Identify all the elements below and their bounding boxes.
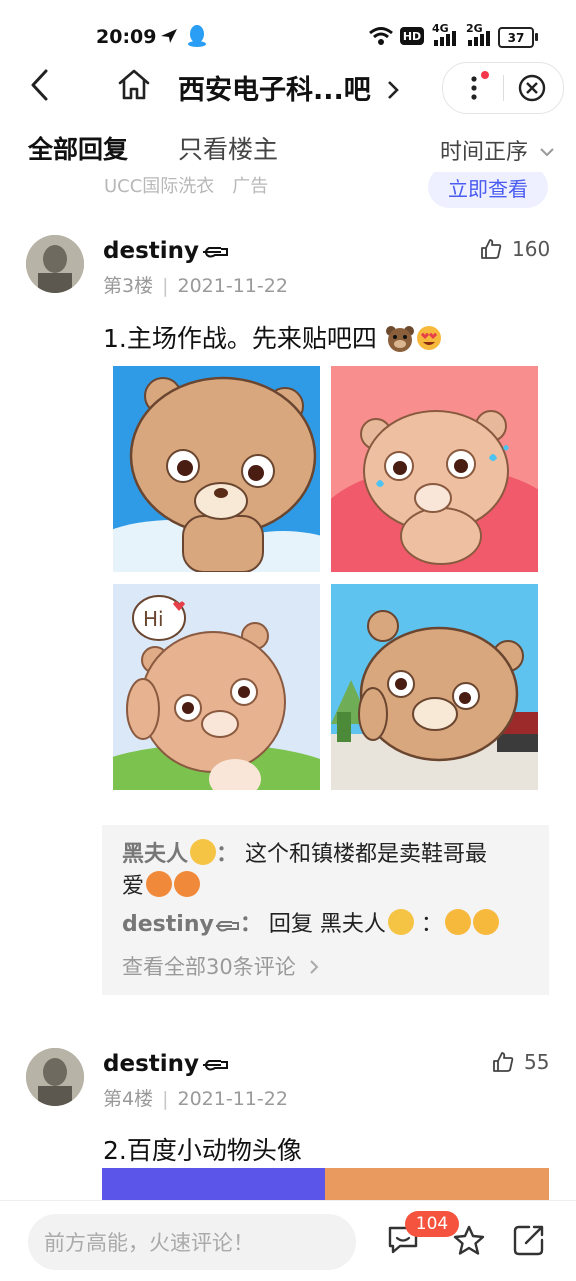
comment-count-badge: 104	[405, 1211, 459, 1237]
status-time: 20:09	[96, 26, 157, 48]
grimace-emoji-icon	[146, 871, 173, 897]
bear-sticker-image: Hi	[113, 584, 320, 790]
home-icon[interactable]	[116, 66, 152, 102]
ad-view-button[interactable]: 立即查看	[428, 166, 548, 208]
post-floor: 第4楼	[103, 1088, 154, 1110]
more-options-icon[interactable]	[469, 75, 479, 101]
like-button[interactable]: 55	[492, 1050, 549, 1074]
view-all-text: 查看全部30条评论	[122, 955, 296, 979]
svg-text:Hi: Hi	[143, 607, 164, 631]
heart-eyes-emoji-icon	[444, 909, 471, 935]
sub-comments-box[interactable]: 黑夫人 ： 这个和镇楼都是卖鞋哥最 爱 destiny ： 回复 黑夫人 ： 查看全…	[102, 825, 549, 995]
pointing-hand-icon	[203, 1060, 228, 1071]
bear-emoji-icon	[385, 326, 414, 352]
sort-order-label: 时间正序	[440, 140, 529, 165]
star-icon[interactable]	[452, 1224, 486, 1258]
post-date: 2021-11-22	[177, 1088, 288, 1110]
heart-eyes-emoji-icon	[416, 326, 441, 350]
ad-sponsor-text: UCC国际洗衣 广告	[104, 176, 269, 197]
capsule-divider	[503, 75, 504, 101]
location-arrow-icon	[161, 29, 177, 43]
view-all-comments-link[interactable]: 查看全部30条评论	[122, 951, 320, 981]
pointing-hand-icon	[203, 247, 228, 258]
back-arrow-icon[interactable]	[28, 68, 52, 102]
tab-all-replies[interactable]: 全部回复	[28, 130, 128, 166]
wifi-icon	[369, 27, 393, 45]
comment-separator: ：	[216, 842, 239, 867]
comment-text: 这个和镇楼都是卖鞋哥最	[245, 842, 488, 867]
crying-emoji-icon	[387, 909, 414, 935]
hd-icon: HD	[400, 27, 424, 45]
post-username[interactable]: destiny	[103, 238, 229, 264]
sub-comment-continued: 爱	[122, 871, 201, 903]
tab-bar: 全部回复 只看楼主 时间正序	[0, 116, 576, 172]
post-image[interactable]	[331, 584, 538, 790]
post-image[interactable]	[331, 366, 538, 572]
signal-2g-icon	[468, 31, 490, 46]
sub-comment: 黑夫人 ： 这个和镇楼都是卖鞋哥最	[122, 839, 487, 871]
chevron-right-icon	[310, 960, 319, 974]
signal-4g-icon	[434, 31, 456, 46]
crying-emoji-icon	[190, 839, 217, 865]
username-text: destiny	[103, 1051, 199, 1077]
post-content: 1.主场作战。先来贴吧四	[103, 319, 443, 355]
tab-owner-only[interactable]: 只看楼主	[178, 130, 278, 166]
like-button[interactable]: 160	[480, 237, 550, 261]
forum-title-text: 西安电子科...吧	[178, 75, 371, 106]
pointing-hand-icon	[215, 921, 239, 932]
comment-input[interactable]: 前方高能，火速评论！	[28, 1214, 356, 1270]
comment-author[interactable]: destiny	[122, 912, 214, 937]
sort-order-dropdown[interactable]: 时间正序	[440, 134, 555, 166]
close-circle-icon[interactable]	[517, 73, 547, 103]
heart-eyes-emoji-icon	[472, 909, 499, 935]
like-count: 55	[524, 1050, 550, 1074]
bear-sticker-image	[331, 366, 538, 572]
post-meta: 第4楼 | 2021-11-22	[103, 1088, 288, 1110]
comment-separator: ：	[239, 912, 262, 937]
post-floor: 第3楼	[103, 275, 154, 297]
comment-author[interactable]: 黑夫人	[122, 842, 188, 867]
post-username[interactable]: destiny	[103, 1051, 229, 1077]
thumbs-up-icon	[481, 239, 502, 259]
like-count: 160	[512, 237, 551, 261]
post-content: 2.百度小动物头像	[103, 1136, 302, 1165]
username-text: destiny	[103, 238, 199, 264]
chevron-down-icon	[540, 148, 554, 157]
thumbs-up-icon	[493, 1052, 514, 1072]
post-image[interactable]	[113, 366, 320, 572]
comment-colon: ：	[420, 912, 443, 937]
sub-comment: destiny ： 回复 黑夫人 ：	[122, 909, 499, 941]
comment-text: 爱	[122, 874, 145, 899]
forum-title[interactable]: 西安电子科...吧	[178, 68, 400, 107]
post-image[interactable]: Hi	[113, 584, 320, 790]
post-meta: 第3楼 | 2021-11-22	[103, 275, 288, 297]
notification-dot	[481, 71, 489, 79]
bear-sticker-image	[331, 584, 538, 790]
avatar[interactable]	[26, 1048, 84, 1106]
avatar[interactable]	[26, 235, 84, 293]
qq-icon	[188, 25, 206, 47]
battery-indicator: 37	[498, 27, 538, 48]
post-content-text: 1.主场作战。先来贴吧四	[103, 324, 377, 353]
comment-text: 回复 黑夫人	[268, 912, 386, 937]
share-icon[interactable]	[511, 1222, 547, 1258]
grimace-emoji-icon	[174, 871, 201, 897]
bear-sticker-image	[113, 366, 320, 572]
chevron-right-icon	[388, 81, 400, 99]
mini-program-capsule	[442, 62, 564, 114]
post-date: 2021-11-22	[177, 275, 288, 297]
